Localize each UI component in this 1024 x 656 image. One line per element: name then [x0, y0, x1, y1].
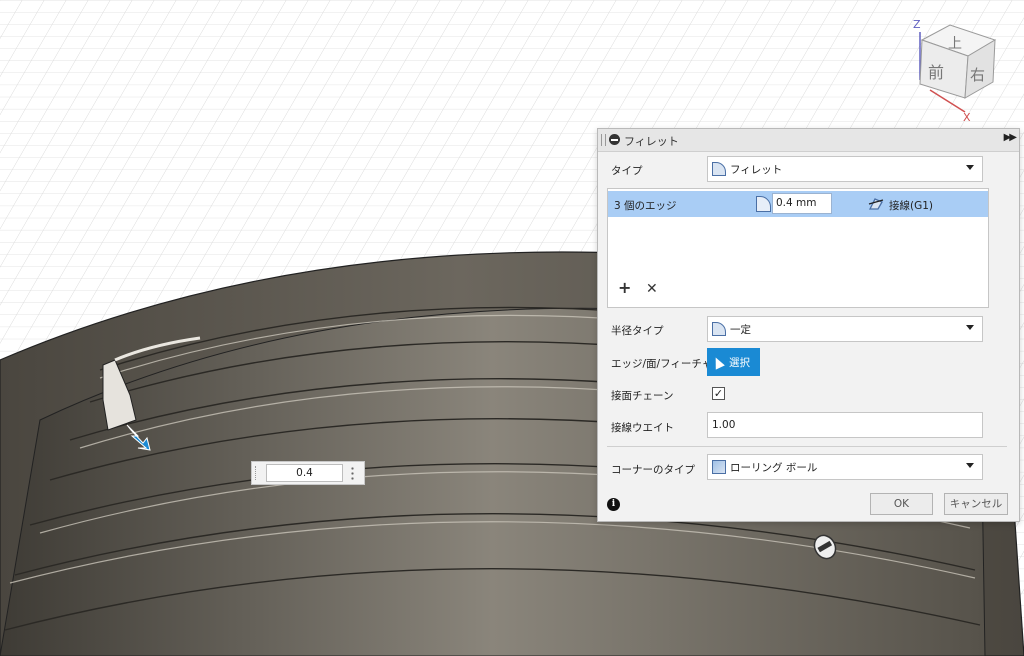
edge-count-label: 3 個のエッジ [614, 200, 677, 212]
viewcube-right-face: 右 [970, 66, 985, 84]
expand-icon[interactable]: ▶▶ [1004, 132, 1017, 143]
cancel-button[interactable]: キャンセル [944, 493, 1008, 515]
select-button[interactable]: 選択 [707, 348, 760, 376]
tangent-continuity-icon[interactable] [868, 196, 884, 211]
corner-type-label: コーナーのタイプ [611, 464, 695, 476]
tangent-weight-input[interactable]: 1.00 [707, 412, 983, 438]
more-options-icon[interactable] [351, 466, 354, 480]
info-icon[interactable]: i [607, 498, 620, 511]
fillet-icon [712, 162, 726, 176]
viewcube-top-face: 上 [948, 36, 962, 52]
chevron-down-icon [966, 463, 974, 468]
floating-radius-input[interactable]: 0.4 [251, 461, 365, 485]
add-icon[interactable]: + [618, 280, 631, 296]
tangent-chain-label: 接面チェーン [611, 390, 674, 402]
tangent-chain-checkbox[interactable]: ✓ [712, 387, 725, 400]
drag-grip-icon[interactable] [255, 466, 258, 480]
chevron-down-icon [966, 165, 974, 170]
type-select[interactable]: フィレット [707, 156, 983, 182]
remove-icon[interactable]: ✕ [646, 281, 658, 297]
drag-handle-icon[interactable] [601, 134, 606, 146]
corner-type-select[interactable]: ローリング ボール [707, 454, 983, 480]
type-label: タイプ [611, 165, 643, 177]
dialog-title: フィレット [624, 135, 679, 148]
chevron-down-icon [966, 325, 974, 330]
cursor-icon [711, 354, 725, 370]
selection-label: エッジ/面/フィーチャ [611, 358, 713, 370]
type-value: フィレット [730, 163, 783, 176]
constant-radius-icon [712, 322, 726, 336]
rolling-ball-icon [712, 460, 726, 474]
tangency-value[interactable]: 接線(G1) [889, 198, 933, 213]
radius-icon [756, 196, 771, 212]
radius-type-select[interactable]: 一定 [707, 316, 983, 342]
radius-type-label: 半径タイプ [611, 325, 664, 337]
floating-radius-field[interactable]: 0.4 [266, 464, 343, 482]
axis-x-label: X [963, 111, 971, 124]
tangent-weight-label: 接線ウエイト [611, 422, 674, 434]
divider [607, 446, 1007, 447]
edge-set-row[interactable]: 3 個のエッジ 0.4 mm 接線(G1) [608, 191, 988, 217]
select-button-label: 選択 [729, 356, 750, 369]
ok-button[interactable]: OK [870, 493, 933, 515]
edge-selection-list[interactable]: 3 個のエッジ 0.4 mm 接線(G1) + ✕ [607, 188, 989, 308]
collapse-icon[interactable] [609, 134, 620, 145]
viewcube-front-face: 前 [928, 63, 944, 82]
fillet-dialog: フィレット ▶▶ タイプ フィレット 3 個のエッジ 0.4 mm 接線(G1)… [597, 128, 1020, 522]
dialog-titlebar[interactable]: フィレット ▶▶ [598, 129, 1019, 152]
radius-type-value: 一定 [730, 323, 751, 336]
corner-type-value: ローリング ボール [730, 461, 818, 474]
radius-input[interactable]: 0.4 mm [772, 193, 832, 214]
axis-z-label: Z [913, 18, 921, 31]
